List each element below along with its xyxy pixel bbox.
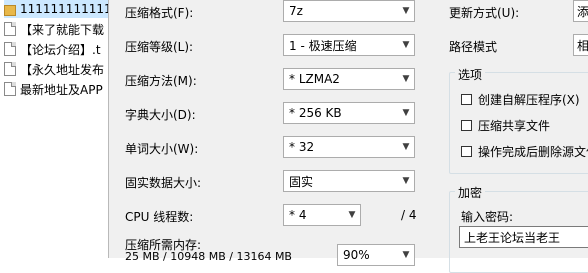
solid-value: 固实 bbox=[289, 174, 314, 189]
file-item[interactable]: 【论坛介绍】.t bbox=[4, 40, 108, 58]
folder-icon bbox=[4, 4, 16, 16]
cpu-total: / 4 bbox=[401, 208, 417, 222]
level-label: 压缩等级(L): bbox=[125, 40, 194, 54]
chevron-down-icon: ▼ bbox=[402, 250, 410, 260]
word-label: 单词大小(W): bbox=[125, 142, 199, 156]
update-mode-select[interactable]: 添 bbox=[573, 0, 588, 22]
memory-percent-value: 90% bbox=[343, 248, 370, 262]
encryption-title: 加密 bbox=[455, 184, 486, 201]
add-to-archive-dialog: 压缩格式(F): 7z ▼ 压缩等级(L): 1 - 极速压缩 ▼ 压缩方法(M… bbox=[108, 0, 588, 273]
memory-detail: 25 MB / 10948 MB / 13164 MB bbox=[125, 250, 292, 263]
chevron-down-icon: ▼ bbox=[402, 176, 410, 186]
shared-files-option[interactable]: 压缩共享文件 bbox=[461, 117, 550, 134]
chevron-down-icon: ▼ bbox=[402, 6, 410, 16]
cpu-value: * 4 bbox=[289, 208, 307, 222]
update-mode-value: 添 bbox=[577, 4, 588, 19]
sfx-option[interactable]: 创建自解压程序(X) bbox=[461, 91, 580, 108]
file-list: 1111111111111 【来了就能下载 【论坛介绍】.t 【永久地址发布 最… bbox=[0, 0, 108, 258]
word-value: * 32 bbox=[289, 140, 315, 154]
format-label: 压缩格式(F): bbox=[125, 6, 194, 20]
file-item-label: 1111111111111 bbox=[20, 2, 108, 16]
chevron-down-icon: ▼ bbox=[402, 74, 410, 84]
password-label: 输入密码: bbox=[461, 210, 514, 224]
delete-after-option-label: 操作完成后删除源文件 bbox=[478, 145, 588, 159]
solid-select[interactable]: 固实 ▼ bbox=[283, 170, 415, 192]
path-mode-select[interactable]: 相 bbox=[573, 34, 588, 56]
method-label: 压缩方法(M): bbox=[125, 74, 197, 88]
file-item-label: 【论坛介绍】.t bbox=[20, 42, 101, 57]
document-icon bbox=[4, 62, 16, 76]
path-mode-value: 相 bbox=[577, 38, 588, 53]
file-item-label: 【来了就能下载 bbox=[20, 22, 105, 37]
delete-after-checkbox[interactable] bbox=[461, 146, 472, 157]
chevron-down-icon: ▼ bbox=[348, 210, 356, 220]
file-item-label: 最新地址及APP bbox=[20, 82, 103, 97]
password-input[interactable]: 上老王论坛当老王 bbox=[459, 226, 588, 248]
options-title: 选项 bbox=[455, 66, 486, 83]
chevron-down-icon: ▼ bbox=[402, 40, 410, 50]
dict-value: * 256 KB bbox=[289, 106, 342, 120]
path-mode-label: 路径模式 bbox=[449, 40, 498, 54]
chevron-down-icon: ▼ bbox=[402, 142, 410, 152]
dict-select[interactable]: * 256 KB ▼ bbox=[283, 102, 415, 124]
document-icon bbox=[4, 22, 16, 36]
file-item[interactable]: 【永久地址发布 bbox=[4, 60, 108, 78]
cpu-label: CPU 线程数: bbox=[125, 210, 194, 224]
delete-after-option[interactable]: 操作完成后删除源文件 bbox=[461, 143, 588, 160]
shared-files-option-label: 压缩共享文件 bbox=[478, 119, 551, 133]
word-select[interactable]: * 32 ▼ bbox=[283, 136, 415, 158]
solid-label: 固实数据大小: bbox=[125, 176, 202, 190]
cpu-select[interactable]: * 4 ▼ bbox=[283, 204, 361, 226]
password-value: 上老王论坛当老王 bbox=[464, 230, 561, 245]
document-icon bbox=[4, 42, 16, 56]
chevron-down-icon: ▼ bbox=[402, 108, 410, 118]
format-select[interactable]: 7z ▼ bbox=[283, 0, 415, 22]
shared-files-checkbox[interactable] bbox=[461, 120, 472, 131]
sfx-checkbox[interactable] bbox=[461, 94, 472, 105]
document-icon bbox=[4, 82, 16, 96]
level-value: 1 - 极速压缩 bbox=[289, 38, 357, 53]
sfx-option-label: 创建自解压程序(X) bbox=[478, 93, 580, 107]
memory-percent-select[interactable]: 90% ▼ bbox=[337, 244, 415, 266]
file-item-folder[interactable]: 1111111111111 bbox=[4, 0, 108, 18]
update-mode-label: 更新方式(U): bbox=[449, 6, 520, 20]
level-select[interactable]: 1 - 极速压缩 ▼ bbox=[283, 34, 415, 56]
file-item-label: 【永久地址发布 bbox=[20, 62, 105, 77]
method-select[interactable]: * LZMA2 ▼ bbox=[283, 68, 415, 90]
method-value: * LZMA2 bbox=[289, 72, 340, 86]
file-item[interactable]: 【来了就能下载 bbox=[4, 20, 108, 38]
format-value: 7z bbox=[289, 4, 303, 18]
dict-label: 字典大小(D): bbox=[125, 108, 196, 122]
file-item[interactable]: 最新地址及APP bbox=[4, 80, 108, 98]
